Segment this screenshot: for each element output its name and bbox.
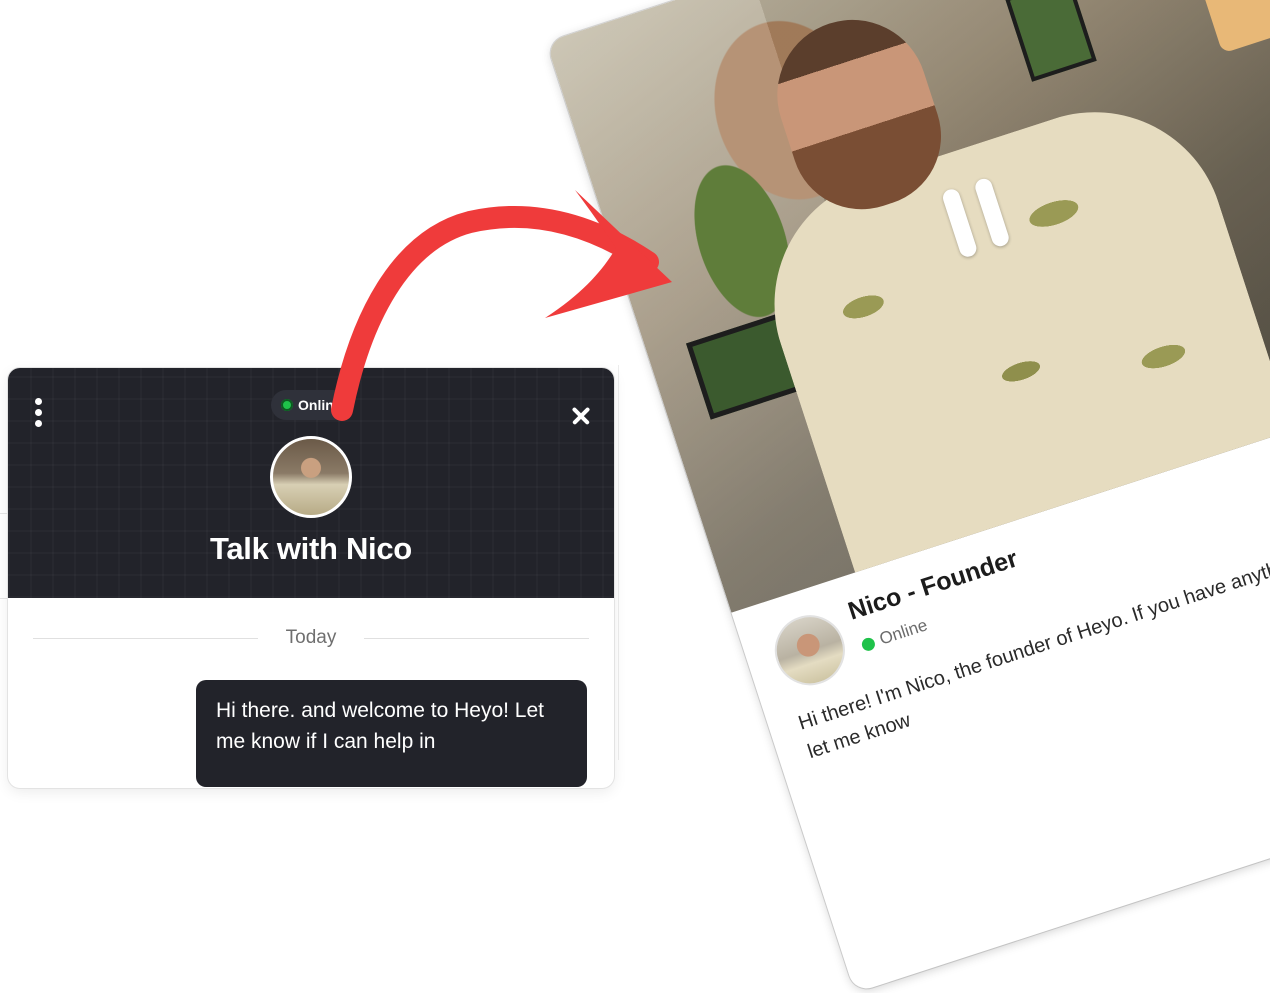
close-button[interactable] bbox=[569, 404, 593, 428]
menu-dot bbox=[35, 420, 42, 427]
message-bubble: Hi there. and welcome to Heyo! Let me kn… bbox=[196, 680, 587, 787]
chat-header: Online Talk with Nico bbox=[8, 368, 614, 598]
chat-widget: Online Talk with Nico Today Hi there. an… bbox=[8, 368, 614, 788]
chat-title: Talk with Nico bbox=[210, 531, 412, 566]
more-options-button[interactable] bbox=[32, 398, 44, 428]
online-dot-icon bbox=[281, 399, 293, 411]
divider-line bbox=[364, 637, 590, 639]
divider-line bbox=[33, 637, 258, 639]
video-card: Nico - Founder Online Hi there! I'm Nico… bbox=[546, 0, 1270, 993]
status-badge: Online bbox=[271, 390, 354, 420]
date-divider: Today bbox=[33, 626, 590, 650]
date-label: Today bbox=[285, 627, 337, 648]
avatar bbox=[270, 436, 352, 518]
status-label: Online bbox=[298, 397, 342, 413]
avatar bbox=[765, 606, 854, 695]
more-vertical-icon bbox=[35, 398, 42, 405]
video-card-wrapper: Nico - Founder Online Hi there! I'm Nico… bbox=[546, 0, 1270, 993]
online-dot-icon bbox=[860, 635, 877, 653]
page-divider bbox=[618, 365, 619, 760]
video-player[interactable] bbox=[546, 0, 1270, 613]
menu-dot bbox=[35, 409, 42, 416]
card-status-label: Online bbox=[877, 615, 930, 649]
